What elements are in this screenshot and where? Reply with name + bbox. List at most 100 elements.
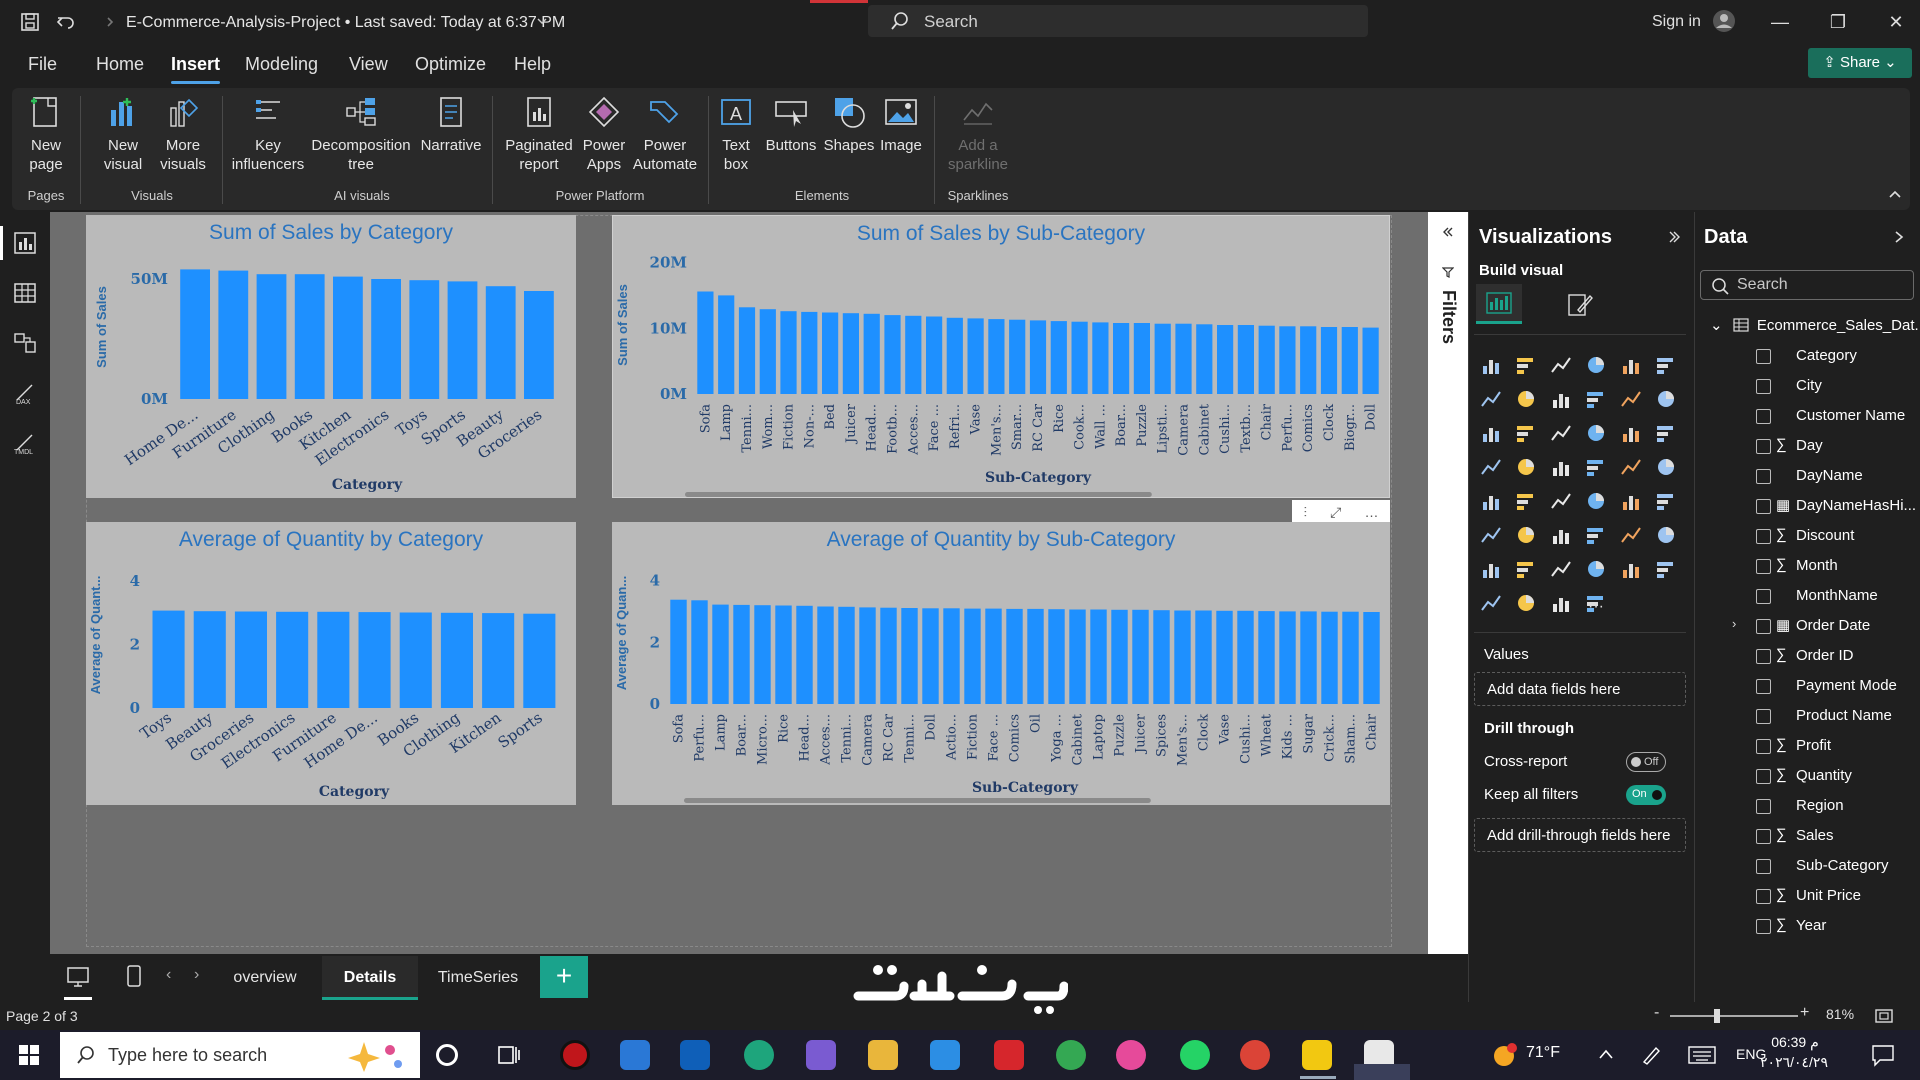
bar[interactable] [482,613,515,708]
visual-type-icon[interactable] [1550,592,1572,614]
save-icon[interactable] [18,10,42,34]
visual-type-icon[interactable] [1515,388,1537,410]
bar[interactable] [863,313,880,394]
bar[interactable] [1113,323,1130,394]
field-checkbox[interactable] [1756,799,1771,814]
whatsapp-icon[interactable] [1180,1040,1210,1070]
horizontal-scrollbar[interactable] [685,492,1152,497]
page-tab-details[interactable]: Details [322,956,418,1000]
visual-type-icon[interactable] [1550,524,1572,546]
bar[interactable] [440,612,473,708]
global-search-box[interactable]: Search [868,5,1368,37]
bar[interactable] [180,269,210,399]
add-page-button[interactable]: + [540,956,588,998]
focus-mode-icon[interactable]: ⤢ [1330,504,1341,521]
bar[interactable] [409,280,440,399]
chevron-down-icon[interactable] [536,16,548,26]
zoom-slider-thumb[interactable] [1714,1009,1720,1023]
pen-icon[interactable] [1640,1044,1662,1066]
data-search-input[interactable]: Search [1700,270,1914,300]
field-checkbox[interactable] [1756,559,1771,574]
bar[interactable] [1153,610,1170,704]
bar[interactable] [1027,608,1044,704]
field-checkbox[interactable] [1756,919,1771,934]
field-checkbox[interactable] [1756,709,1771,724]
add-sparkline-button[interactable]: Add a sparkline [940,94,1016,174]
visual-type-icon[interactable] [1655,558,1677,580]
avatar-icon[interactable] [1712,9,1736,33]
visual-type-icon[interactable] [1620,456,1642,478]
mobile-layout-icon[interactable] [126,964,142,988]
visual-type-icon[interactable] [1515,490,1537,512]
bar[interactable] [718,295,735,394]
bar[interactable] [1111,609,1128,704]
bar[interactable] [1090,609,1107,705]
visual-type-icon[interactable] [1480,558,1502,580]
bar[interactable] [1341,327,1358,394]
page-tab-overview[interactable]: overview [214,956,316,1000]
visual-type-icon[interactable] [1480,388,1502,410]
video-editor-icon[interactable] [806,1040,836,1070]
keyboard-icon[interactable] [1688,1046,1716,1064]
bar[interactable] [775,605,792,705]
bar[interactable] [1363,612,1380,704]
visual-type-icon[interactable] [1620,490,1642,512]
taskbar-search-box[interactable]: Type here to search [60,1032,420,1078]
field-checkbox[interactable] [1756,679,1771,694]
bar[interactable] [1196,324,1213,394]
zoom-slider[interactable] [1670,1009,1798,1023]
visual-type-icon[interactable] [1585,456,1607,478]
bar[interactable] [1217,325,1234,394]
bar[interactable] [922,608,939,704]
filter-icon[interactable]: ⫶ [1304,504,1308,521]
table-view-icon[interactable] [12,280,38,306]
desktop-layout-icon[interactable] [66,966,90,988]
buttons-button[interactable]: Buttons [760,94,822,155]
text-box-button[interactable]: A Text box [712,94,760,174]
bar[interactable] [988,319,1005,394]
format-visual-icon[interactable] [1566,290,1594,318]
visual-type-icon[interactable] [1550,388,1572,410]
bar[interactable] [964,608,981,704]
bar[interactable] [1175,323,1192,394]
visual-type-icon[interactable] [1655,422,1677,444]
bar[interactable] [485,286,516,399]
edge-icon[interactable] [744,1040,774,1070]
bar[interactable] [801,311,818,394]
menu-insert[interactable]: Insert [171,54,221,84]
bar[interactable] [697,291,714,395]
bar[interactable] [880,607,897,704]
field-checkbox[interactable] [1756,649,1771,664]
visual-type-icon[interactable] [1515,422,1537,444]
bar[interactable] [524,291,554,399]
more-options-icon[interactable]: … [1364,504,1378,520]
bar[interactable] [358,612,391,708]
bar[interactable] [193,611,226,708]
horizontal-scrollbar[interactable] [684,798,1151,803]
field-checkbox[interactable] [1756,499,1771,514]
expand-filters-icon[interactable] [1442,226,1454,238]
bar[interactable] [1237,325,1254,394]
bar[interactable] [1279,611,1296,704]
restore-button[interactable]: ❐ [1818,8,1858,36]
power-bi-icon[interactable] [1302,1040,1332,1070]
filters-label[interactable]: Filters [1438,290,1459,344]
bar[interactable] [152,610,185,708]
visual-type-icon[interactable] [1515,354,1537,376]
bar[interactable] [759,309,776,394]
visual-type-icon[interactable] [1585,558,1607,580]
bar[interactable] [946,317,963,394]
collapse-visualizations-icon[interactable] [1668,230,1680,244]
bar[interactable] [1300,611,1317,704]
chart-avg-quantity-by-category[interactable]: Average of Quantity by Category 0 2 4 Toys B… [86,522,576,805]
paginated-report-button[interactable]: Paginated report [498,94,580,174]
bar[interactable] [371,279,401,399]
visual-type-icon[interactable] [1515,456,1537,478]
visual-type-icon[interactable] [1480,456,1502,478]
field-checkbox[interactable] [1756,379,1771,394]
bar[interactable] [333,276,363,399]
weather-temperature[interactable]: 71°F [1526,1044,1560,1062]
visual-type-icon[interactable] [1515,592,1537,614]
zoom-out-button[interactable]: - [1654,1004,1659,1022]
bar[interactable] [712,604,729,704]
